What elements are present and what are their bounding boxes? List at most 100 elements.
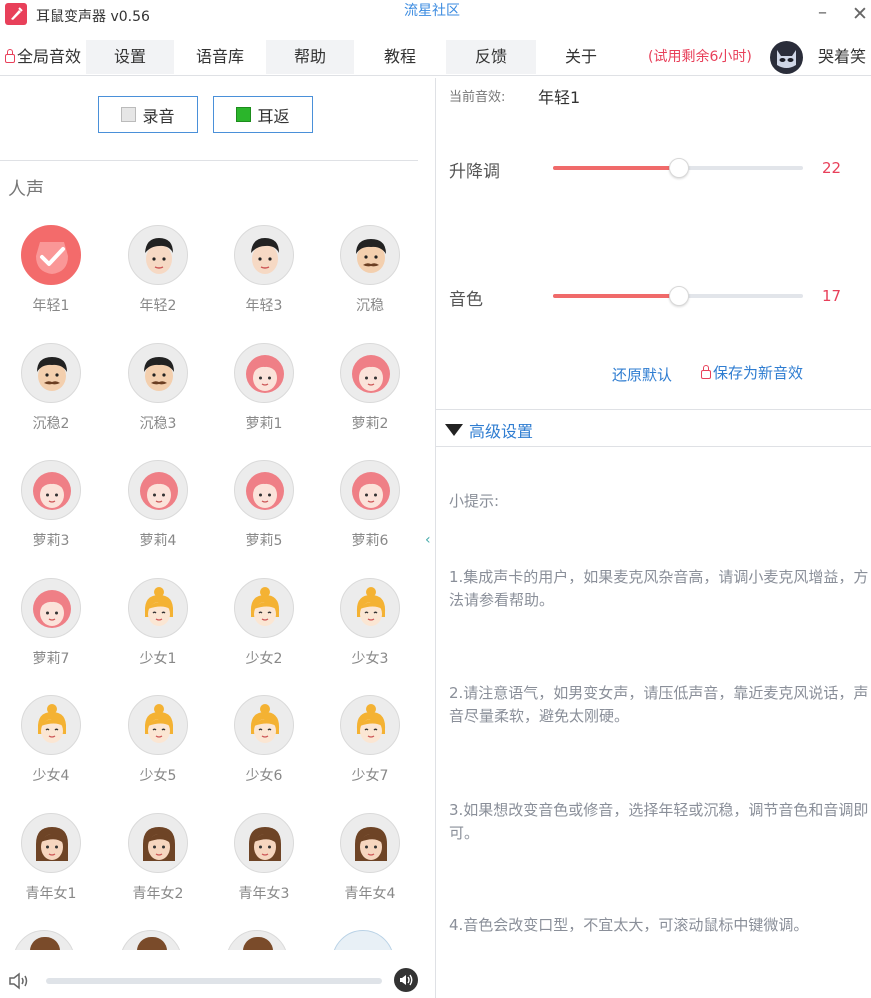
voice-item[interactable]: 萝莉2	[319, 343, 419, 461]
voice-item[interactable]: 沉稳	[319, 225, 419, 343]
voice-item[interactable]: 少女3	[319, 578, 419, 696]
voice-item[interactable]: 萝莉7	[0, 578, 100, 696]
menu-divider	[0, 75, 871, 76]
voice-partial-icon	[226, 930, 288, 950]
community-link[interactable]: 流星社区	[404, 0, 460, 20]
voice-item[interactable]: 少女5	[107, 695, 207, 813]
voice-label: 年轻1	[32, 298, 70, 314]
timbre-value: 17	[822, 287, 842, 305]
voice-label: 萝莉5	[245, 533, 283, 549]
voice-item[interactable]: 青年女4	[319, 813, 419, 931]
timbre-label: 音色	[449, 290, 483, 310]
voice-item[interactable]: 少女6	[213, 695, 313, 813]
voice-label: 萝莉2	[351, 416, 389, 432]
menu-voice-library[interactable]: 语音库	[174, 40, 266, 74]
voice-label: 少女5	[139, 768, 177, 784]
monitor-button[interactable]: 耳返	[213, 96, 313, 133]
menu-about[interactable]: 关于	[536, 40, 626, 74]
tip-4: 4.音色会改变口型，不宜太大，可滚动鼠标中键微调。	[449, 916, 809, 934]
voice-item[interactable]: 少女4	[0, 695, 100, 813]
voice-partial-icon	[13, 930, 75, 950]
voice-label: 少女3	[351, 651, 389, 667]
voice-item[interactable]: 萝莉5	[213, 460, 313, 578]
voice-item[interactable]: 萝莉4	[107, 460, 207, 578]
voice-item[interactable]: 萝莉3	[0, 460, 100, 578]
voice-avatar-icon	[340, 813, 400, 873]
collapse-arrow-icon[interactable]: ‹	[425, 532, 431, 548]
voice-avatar-icon	[128, 343, 188, 403]
voice-avatar-icon	[21, 695, 81, 755]
voice-item[interactable]: 青年女1	[0, 813, 100, 931]
tip-3: 3.如果想改变音色或修音，选择年轻或沉稳，调节音色和音调即可。	[449, 801, 869, 842]
lock-icon	[4, 49, 15, 63]
voice-item[interactable]: 青年女2	[107, 813, 207, 931]
title-bar: 耳鼠变声器 v0.56 流星社区 – ✕	[0, 0, 871, 34]
trial-remaining[interactable]: (试用剩余6小时)	[648, 40, 752, 74]
voice-label: 少女4	[32, 768, 70, 784]
pitch-label: 升降调	[449, 162, 500, 182]
voice-partial-icon	[332, 930, 394, 950]
voice-avatar-icon	[21, 813, 81, 873]
voice-avatar-icon	[21, 343, 81, 403]
voice-item[interactable]: 萝莉6	[319, 460, 419, 578]
voice-label: 萝莉4	[139, 533, 177, 549]
close-button[interactable]: ✕	[852, 3, 868, 25]
voice-label: 沉稳	[356, 298, 384, 314]
menu-feedback[interactable]: 反馈	[446, 40, 536, 74]
menu-settings[interactable]: 设置	[86, 40, 174, 74]
menu-global-effects[interactable]: 全局音效	[0, 40, 86, 74]
volume-slider[interactable]	[46, 978, 382, 984]
voice-avatar-icon	[340, 578, 400, 638]
voice-avatar-icon	[21, 578, 81, 638]
voice-item[interactable]: 青年女3	[213, 813, 313, 931]
monitor-indicator-icon	[236, 107, 252, 122]
voice-avatar-icon	[234, 813, 294, 873]
timbre-slider[interactable]	[553, 286, 803, 306]
voice-avatar-icon	[234, 343, 294, 403]
avatar[interactable]	[770, 41, 803, 74]
checkmark-icon	[21, 225, 81, 285]
advanced-settings-toggle[interactable]: 高级设置	[445, 418, 533, 442]
voice-item[interactable]: 年轻3	[213, 225, 313, 343]
voice-label: 青年女2	[132, 886, 184, 902]
voice-partial-icon	[120, 930, 182, 950]
menu-bar: 全局音效 设置 语音库 帮助 教程 反馈 关于 (试用剩余6小时) 哭着笑	[0, 40, 871, 74]
restore-default-link[interactable]: 还原默认	[612, 364, 672, 385]
voice-label: 萝莉3	[32, 533, 70, 549]
section-title-voices: 人声	[8, 179, 44, 200]
voice-item[interactable]: 少女1	[107, 578, 207, 696]
menu-help[interactable]: 帮助	[266, 40, 354, 74]
voice-label: 少女1	[139, 651, 177, 667]
voice-label: 少女2	[245, 651, 283, 667]
timbre-slider-knob[interactable]	[669, 286, 689, 306]
voice-item[interactable]: 沉稳3	[107, 343, 207, 461]
username[interactable]: 哭着笑	[818, 40, 866, 74]
voice-avatar-icon	[340, 695, 400, 755]
timbre-slider-fill	[553, 294, 679, 298]
voice-item[interactable]: 年轻1	[0, 225, 100, 343]
voice-avatar-icon	[340, 225, 400, 285]
voice-item[interactable]: 少女7	[319, 695, 419, 813]
voice-avatar-icon	[128, 813, 188, 873]
voice-label: 沉稳2	[32, 416, 70, 432]
pitch-slider-knob[interactable]	[669, 158, 689, 178]
volume-low-icon[interactable]	[8, 971, 32, 995]
pitch-slider[interactable]	[553, 158, 803, 178]
voice-item[interactable]: 年轻2	[107, 225, 207, 343]
left-divider	[0, 160, 418, 161]
volume-high-icon[interactable]	[394, 968, 418, 992]
panel-splitter[interactable]	[435, 78, 436, 998]
voice-avatar-icon	[128, 225, 188, 285]
voice-label: 少女7	[351, 768, 389, 784]
voice-item[interactable]: 少女2	[213, 578, 313, 696]
save-new-effect-link[interactable]: 保存为新音效	[701, 362, 803, 383]
tip-1: 1.集成声卡的用户，如果麦克风杂音高，请调小麦克风增益，方法请参看帮助。	[449, 568, 869, 609]
voice-avatar-icon	[21, 460, 81, 520]
menu-tutorial[interactable]: 教程	[354, 40, 446, 74]
voice-item[interactable]: 萝莉1	[213, 343, 313, 461]
voice-label: 萝莉7	[32, 651, 70, 667]
minimize-button[interactable]: –	[818, 2, 827, 23]
voice-avatar-icon	[340, 343, 400, 403]
voice-item[interactable]: 沉稳2	[0, 343, 100, 461]
record-button[interactable]: 录音	[98, 96, 198, 133]
